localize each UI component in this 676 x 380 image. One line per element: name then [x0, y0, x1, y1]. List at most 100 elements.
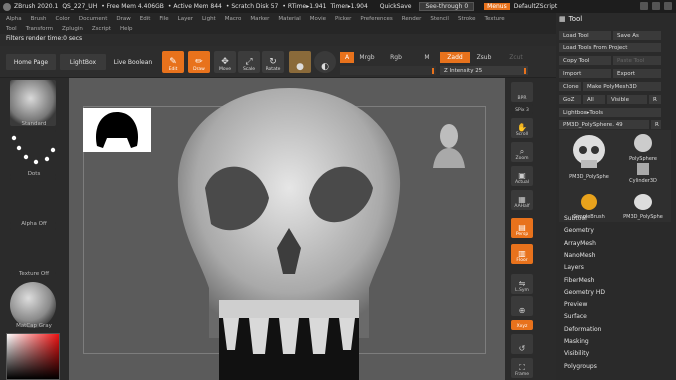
subpalette-fibermesh[interactable]: FiberMesh — [564, 277, 594, 284]
scroll-button[interactable]: ✋ Scroll — [511, 118, 533, 138]
document-canvas[interactable] — [69, 78, 505, 380]
copy-tool-button[interactable]: Copy Tool — [559, 56, 611, 65]
menu-texture[interactable]: Texture — [485, 16, 505, 22]
actual-button[interactable]: ▣ Actual — [511, 166, 533, 186]
subpalette-masking[interactable]: Masking — [564, 338, 589, 345]
frame-button[interactable]: ⛶ Frame — [511, 358, 533, 378]
zoom-button[interactable]: ⌕ Zoom — [511, 142, 533, 162]
menu-movie[interactable]: Movie — [310, 16, 326, 22]
subpalette-arraymesh[interactable]: ArrayMesh — [564, 240, 596, 247]
subpalette-polygroups[interactable]: Polygroups — [564, 363, 597, 370]
subpalette-visibility[interactable]: Visibility — [564, 350, 589, 357]
menu-zplugin[interactable]: Zplugin — [62, 26, 83, 32]
menu-light[interactable]: Light — [202, 16, 216, 22]
live-boolean-button[interactable]: Live Boolean — [110, 54, 156, 70]
menu-macro[interactable]: Macro — [225, 16, 242, 22]
menus-button[interactable]: Menus — [484, 3, 510, 10]
lightbox-button[interactable]: LightBox — [60, 54, 106, 70]
menu-document[interactable]: Document — [79, 16, 108, 22]
quicksave-button[interactable]: QuickSave — [380, 3, 412, 10]
close-icon[interactable] — [664, 2, 672, 10]
subpalette-surface[interactable]: Surface — [564, 313, 587, 320]
brush-standard-icon[interactable] — [10, 80, 56, 126]
lightbox-tools-button[interactable]: Lightbox▸Tools — [559, 108, 661, 117]
subpalette-nanomesh[interactable]: NanoMesh — [564, 252, 595, 259]
menu-file[interactable]: File — [159, 16, 168, 22]
import-button[interactable]: Import — [559, 69, 611, 78]
a-toggle[interactable]: A — [340, 52, 354, 63]
bpr-button[interactable]: BPR — [511, 82, 533, 102]
minimize-icon[interactable] — [640, 2, 648, 10]
zadd-button[interactable]: Zadd — [440, 52, 470, 63]
persp-button[interactable]: ▤ Persp — [511, 218, 533, 238]
scale-button[interactable]: ⤢ Scale — [238, 51, 260, 73]
move-button[interactable]: ✥ Move — [214, 51, 236, 73]
material-swatch[interactable]: ● — [289, 51, 311, 73]
make-polymesh-button[interactable]: Make PolyMesh3D — [583, 82, 661, 91]
menu-edit[interactable]: Edit — [140, 16, 151, 22]
xyz-button[interactable]: Xxyz — [511, 320, 533, 330]
menu-stencil[interactable]: Stencil — [430, 16, 449, 22]
menu-draw[interactable]: Draw — [116, 16, 130, 22]
rotate-button[interactable]: ↻ Rotate — [262, 51, 284, 73]
subpalette-geometry[interactable]: Geometry — [564, 227, 594, 234]
load-tool-button[interactable]: Load Tool — [559, 31, 611, 40]
default-zscript-button[interactable]: DefaultZScript — [514, 3, 557, 10]
menu-help[interactable]: Help — [120, 26, 133, 32]
rotate-view-button[interactable]: ↺ — [511, 334, 533, 354]
edit-button[interactable]: ✎ Edit — [162, 51, 184, 73]
mrgb-button[interactable]: Mrgb — [356, 52, 378, 63]
subpalette-geometry-hd[interactable]: Geometry HD — [564, 289, 605, 296]
zcut-button[interactable]: Zcut — [506, 52, 526, 63]
current-tool-slider[interactable]: PM3D_PolySphere. 49 — [559, 120, 649, 129]
r2-button[interactable]: R — [651, 120, 661, 129]
skull-model[interactable] — [159, 88, 419, 380]
all-button[interactable]: All — [583, 95, 605, 104]
stroke-dots-icon[interactable] — [10, 130, 56, 176]
home-page-button[interactable]: Home Page — [6, 54, 56, 70]
save-as-button[interactable]: Save As — [613, 31, 661, 40]
draw-button[interactable]: ✏ Draw — [188, 51, 210, 73]
rgb-button[interactable]: Rgb — [386, 52, 406, 63]
zsub-button[interactable]: Zsub — [474, 52, 494, 63]
menu-marker[interactable]: Marker — [250, 16, 269, 22]
menu-stroke[interactable]: Stroke — [458, 16, 476, 22]
matcap-sphere-icon[interactable] — [10, 282, 56, 328]
tool-pm3d-polysphere-2[interactable]: PM3D_PolySphe — [619, 192, 667, 220]
subpalette-layers[interactable]: Layers — [564, 264, 584, 271]
z-intensity-slider[interactable]: Z Intensity 25 — [440, 66, 528, 75]
menu-picker[interactable]: Picker — [335, 16, 351, 22]
r-button[interactable]: R — [649, 95, 661, 104]
gyro-button[interactable]: ⊕ — [511, 296, 533, 316]
clone-button[interactable]: Clone — [559, 82, 581, 91]
tool-pm3d-polysphere[interactable]: PM3D_PolySphe — [563, 132, 615, 180]
menu-layer[interactable]: Layer — [178, 16, 193, 22]
goz-button[interactable]: GoZ — [559, 95, 581, 104]
tool-cylinder3d[interactable]: Cylinder3D — [619, 162, 667, 184]
maximize-icon[interactable] — [652, 2, 660, 10]
spix-slider[interactable]: SPix 3 — [511, 104, 533, 114]
see-through-slider[interactable]: See-through 0 — [419, 2, 475, 11]
menu-material[interactable]: Material — [278, 16, 300, 22]
aahalf-button[interactable]: ▦ AAHalf — [511, 190, 533, 210]
floor-button[interactable]: ▥ Floor — [511, 244, 533, 264]
tool-palette-header[interactable]: ▦ Tool — [556, 13, 676, 25]
export-button[interactable]: Export — [613, 69, 661, 78]
subpalette-deformation[interactable]: Deformation — [564, 326, 601, 333]
menu-brush[interactable]: Brush — [31, 16, 47, 22]
alpha-slot[interactable] — [10, 178, 56, 224]
menu-transform[interactable]: Transform — [26, 26, 53, 32]
local-sym-button[interactable]: ⇋ L.Sym — [511, 274, 533, 294]
load-tools-from-project-button[interactable]: Load Tools From Project — [559, 43, 661, 52]
menu-tool[interactable]: Tool — [6, 26, 17, 32]
menu-zscript[interactable]: Zscript — [92, 26, 111, 32]
texture-slot[interactable] — [10, 228, 56, 274]
visible-button[interactable]: Visible — [607, 95, 647, 104]
color-picker[interactable] — [6, 333, 60, 380]
gradient-toggle[interactable]: ◐ — [314, 51, 336, 73]
rgb-intensity-slider[interactable] — [340, 66, 436, 75]
subpalette-subtool[interactable]: Subtool — [564, 215, 587, 222]
paste-tool-button[interactable]: Paste Tool — [613, 56, 661, 65]
menu-preferences[interactable]: Preferences — [360, 16, 392, 22]
menu-alpha[interactable]: Alpha — [6, 16, 22, 22]
